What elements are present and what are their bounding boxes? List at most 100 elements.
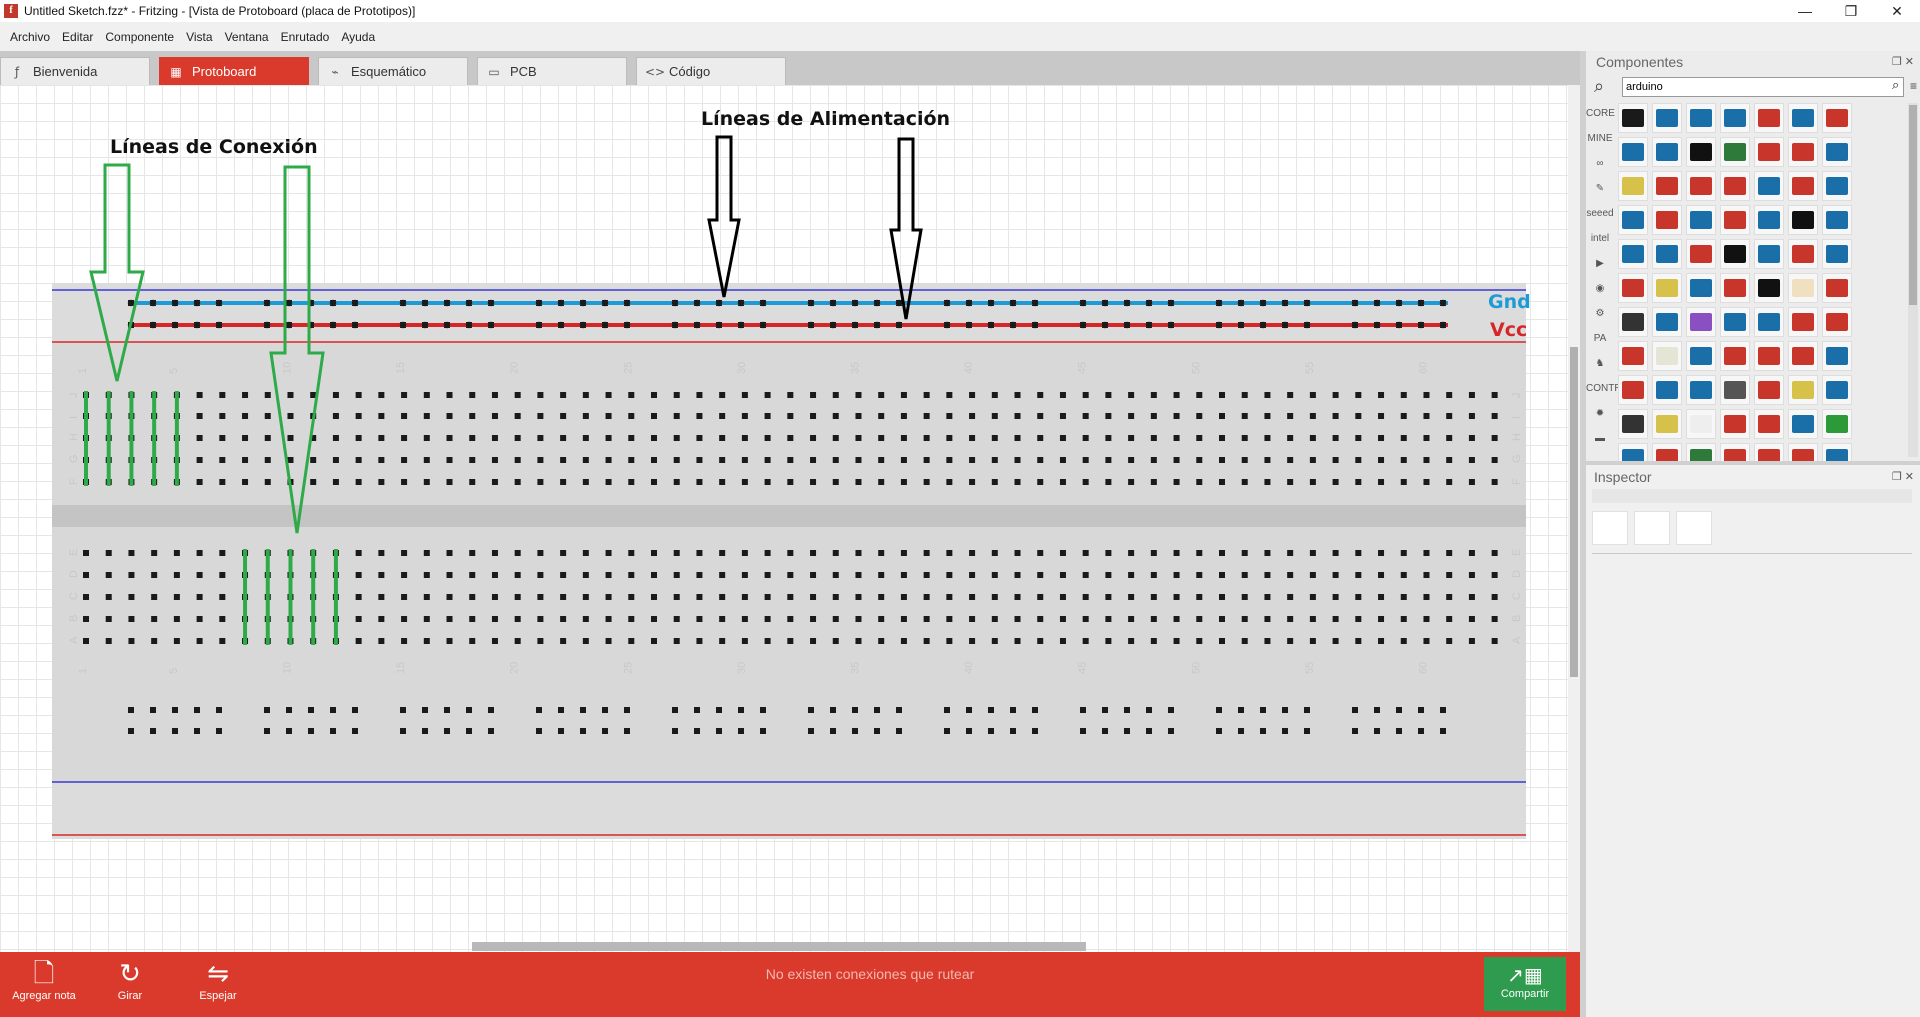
part-tile[interactable] bbox=[1822, 103, 1852, 133]
hole[interactable] bbox=[1332, 479, 1339, 485]
rail-hole[interactable] bbox=[1418, 728, 1424, 734]
rail-hole[interactable] bbox=[716, 707, 722, 713]
vertical-scroll-thumb[interactable] bbox=[1570, 347, 1578, 677]
hole[interactable] bbox=[855, 457, 862, 463]
hole[interactable] bbox=[491, 457, 498, 463]
hole[interactable] bbox=[923, 392, 930, 398]
hole[interactable] bbox=[1400, 457, 1407, 463]
hole[interactable] bbox=[537, 594, 544, 600]
part-tile[interactable] bbox=[1652, 171, 1682, 201]
hole[interactable] bbox=[969, 435, 976, 441]
hole[interactable] bbox=[1309, 572, 1316, 578]
hole[interactable] bbox=[1014, 616, 1021, 622]
hole[interactable] bbox=[1491, 616, 1498, 622]
hole[interactable] bbox=[946, 550, 953, 556]
hole[interactable] bbox=[628, 550, 635, 556]
part-tile[interactable] bbox=[1788, 171, 1818, 201]
hole[interactable] bbox=[651, 392, 657, 398]
rail-hole[interactable] bbox=[1418, 707, 1424, 713]
hole[interactable] bbox=[855, 479, 862, 485]
hole[interactable] bbox=[764, 413, 771, 419]
parts-bin-4[interactable]: seeed bbox=[1586, 201, 1614, 226]
hole[interactable] bbox=[446, 638, 453, 644]
hole[interactable] bbox=[582, 435, 589, 441]
hole[interactable] bbox=[219, 392, 226, 398]
tab-protoboard[interactable]: ▦ Protoboard bbox=[159, 57, 309, 85]
hole[interactable] bbox=[287, 457, 294, 463]
hole[interactable] bbox=[1037, 616, 1044, 622]
rail-hole[interactable] bbox=[1080, 707, 1086, 713]
part-tile[interactable] bbox=[1720, 341, 1750, 371]
hole[interactable] bbox=[969, 638, 976, 644]
hole[interactable] bbox=[1332, 550, 1339, 556]
hole[interactable] bbox=[696, 638, 703, 644]
hole[interactable] bbox=[651, 435, 657, 441]
hole[interactable] bbox=[1128, 638, 1135, 644]
hole[interactable] bbox=[1241, 392, 1248, 398]
hole[interactable] bbox=[1446, 457, 1453, 463]
hole[interactable] bbox=[537, 457, 544, 463]
hole[interactable] bbox=[582, 616, 589, 622]
menu-editar[interactable]: Editar bbox=[62, 30, 93, 44]
hole[interactable] bbox=[1219, 638, 1225, 644]
hole[interactable] bbox=[423, 479, 430, 485]
hole[interactable] bbox=[991, 479, 998, 485]
rail-hole[interactable] bbox=[444, 707, 450, 713]
rail-hole[interactable] bbox=[966, 707, 972, 713]
hole[interactable] bbox=[1309, 616, 1316, 622]
hole[interactable] bbox=[332, 457, 339, 463]
hole[interactable] bbox=[196, 392, 203, 398]
hole[interactable] bbox=[764, 435, 771, 441]
hole[interactable] bbox=[1241, 435, 1248, 441]
hole[interactable] bbox=[1355, 413, 1362, 419]
hole[interactable] bbox=[673, 550, 680, 556]
part-tile[interactable] bbox=[1618, 205, 1648, 235]
part-tile[interactable] bbox=[1788, 409, 1818, 439]
tab-bienvenida[interactable]: ƒ Bienvenida bbox=[0, 57, 150, 85]
hole[interactable] bbox=[514, 616, 521, 622]
hole[interactable] bbox=[1491, 550, 1498, 556]
hole[interactable] bbox=[1446, 392, 1453, 398]
hole[interactable] bbox=[105, 572, 112, 578]
hole[interactable] bbox=[923, 616, 930, 622]
rail-hole[interactable] bbox=[1238, 707, 1244, 713]
hole[interactable] bbox=[946, 616, 953, 622]
canvas-horizontal-scrollbar[interactable] bbox=[472, 942, 1086, 951]
hole[interactable] bbox=[787, 392, 794, 398]
parts-bin-7[interactable]: ◉ bbox=[1586, 276, 1614, 301]
hole[interactable] bbox=[1446, 594, 1453, 600]
hole[interactable] bbox=[537, 572, 544, 578]
hole[interactable] bbox=[1059, 392, 1066, 398]
hole[interactable] bbox=[287, 435, 294, 441]
part-tile[interactable] bbox=[1720, 137, 1750, 167]
hole[interactable] bbox=[446, 572, 453, 578]
hole[interactable] bbox=[855, 572, 862, 578]
hole[interactable] bbox=[173, 616, 180, 622]
hole[interactable] bbox=[787, 435, 794, 441]
hole[interactable] bbox=[491, 616, 498, 622]
hole[interactable] bbox=[1468, 413, 1475, 419]
hole[interactable] bbox=[832, 550, 839, 556]
part-tile[interactable] bbox=[1720, 375, 1750, 405]
hole[interactable] bbox=[1128, 435, 1135, 441]
rail-hole[interactable] bbox=[1168, 707, 1174, 713]
hole[interactable] bbox=[560, 550, 567, 556]
rail-hole[interactable] bbox=[488, 707, 494, 713]
part-tile[interactable] bbox=[1788, 137, 1818, 167]
hole[interactable] bbox=[582, 550, 589, 556]
hole[interactable] bbox=[1491, 594, 1498, 600]
part-tile[interactable] bbox=[1720, 205, 1750, 235]
hole[interactable] bbox=[173, 572, 180, 578]
rail-hole[interactable] bbox=[558, 728, 564, 734]
part-tile[interactable] bbox=[1652, 205, 1682, 235]
hole[interactable] bbox=[378, 479, 385, 485]
hole[interactable] bbox=[491, 479, 498, 485]
hole[interactable] bbox=[537, 392, 544, 398]
hole[interactable] bbox=[332, 479, 339, 485]
rail-hole[interactable] bbox=[1124, 707, 1130, 713]
part-tile[interactable] bbox=[1754, 137, 1784, 167]
hole[interactable] bbox=[378, 550, 385, 556]
hole[interactable] bbox=[787, 457, 794, 463]
hole[interactable] bbox=[423, 550, 430, 556]
hole[interactable] bbox=[673, 457, 680, 463]
